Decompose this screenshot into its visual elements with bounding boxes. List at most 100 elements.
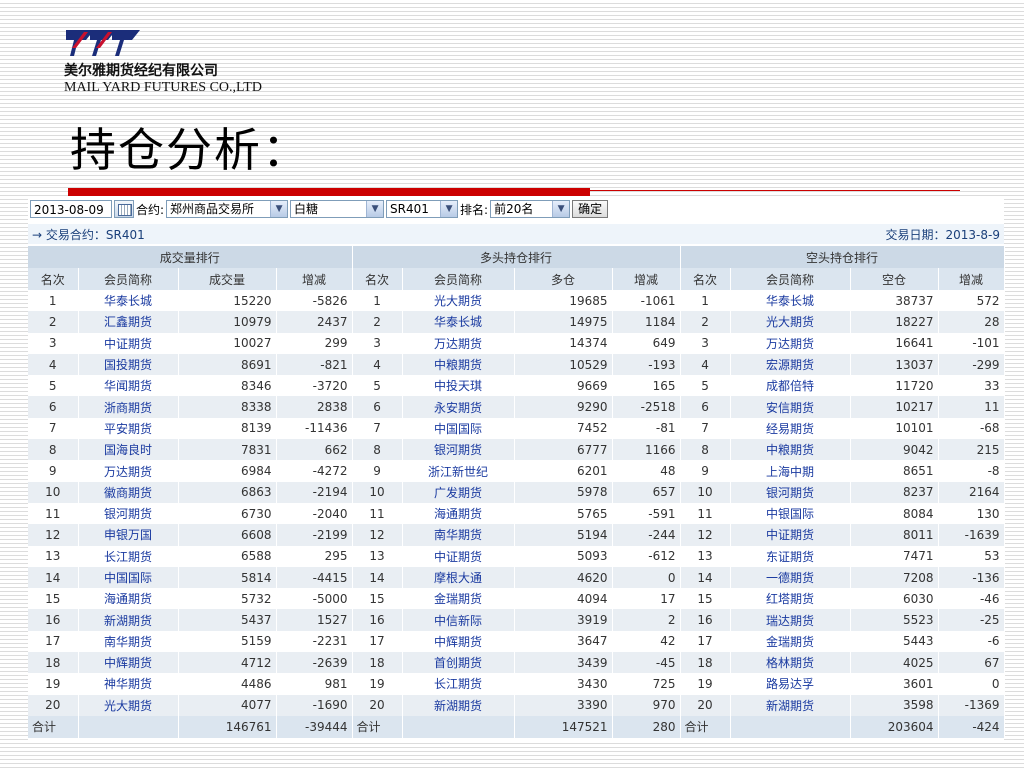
member-name-link[interactable]: 中国国际 xyxy=(78,566,179,589)
member-name-link[interactable]: 南华期货 xyxy=(402,524,515,546)
column-header[interactable]: 增减 xyxy=(276,268,353,290)
column-header[interactable]: 会员简称 xyxy=(402,268,515,290)
change-cell: 1184 xyxy=(612,311,681,333)
member-name-link[interactable]: 万达期货 xyxy=(78,460,179,482)
member-name-link[interactable]: 国海良时 xyxy=(78,439,179,461)
member-name-link[interactable]: 神华期货 xyxy=(78,673,179,695)
rank-select[interactable]: 前20名 ▼ xyxy=(490,200,571,218)
rank-cell: 3 xyxy=(28,332,79,354)
column-header[interactable]: 名次 xyxy=(28,268,79,290)
member-name-link[interactable]: 海通期货 xyxy=(402,502,515,525)
member-name-link[interactable]: 格林期货 xyxy=(730,652,851,674)
member-name-link[interactable]: 浙江新世纪 xyxy=(402,460,515,482)
change-cell: 28 xyxy=(938,311,1005,333)
exchange-select[interactable]: 郑州商品交易所 ▼ xyxy=(166,200,289,218)
member-name-link[interactable]: 成都倍特 xyxy=(730,375,851,397)
member-name-link[interactable]: 摩根大通 xyxy=(402,566,515,589)
volume-cell: 15220 xyxy=(178,290,277,312)
column-header[interactable]: 增减 xyxy=(612,268,681,290)
member-name-link[interactable]: 长江期货 xyxy=(402,673,515,695)
member-name-link[interactable]: 新湖期货 xyxy=(730,694,851,716)
column-header[interactable]: 名次 xyxy=(352,268,403,290)
member-name-link[interactable]: 浙商期货 xyxy=(78,396,179,418)
member-name-link[interactable]: 华闻期货 xyxy=(78,375,179,397)
member-name-link[interactable]: 中信新际 xyxy=(402,609,515,631)
member-name-link[interactable]: 平安期货 xyxy=(78,417,179,440)
member-name-link[interactable]: 徽商期货 xyxy=(78,481,179,503)
member-name-link[interactable]: 红塔期货 xyxy=(730,588,851,610)
member-name-link[interactable]: 华泰长城 xyxy=(78,290,179,312)
member-name-link[interactable]: 银河期货 xyxy=(730,481,851,503)
rank-cell: 8 xyxy=(28,439,79,461)
member-name-link[interactable]: 中辉期货 xyxy=(78,652,179,674)
member-name-link[interactable]: 经易期货 xyxy=(730,417,851,440)
member-name-link[interactable]: 华泰长城 xyxy=(402,311,515,333)
member-name-link[interactable]: 中证期货 xyxy=(78,332,179,354)
column-header[interactable]: 会员简称 xyxy=(78,268,179,290)
member-name-link[interactable]: 华泰长城 xyxy=(730,290,851,312)
column-header[interactable]: 多仓 xyxy=(514,268,613,290)
change-cell: -8 xyxy=(938,460,1005,482)
member-name-link[interactable]: 宏源期货 xyxy=(730,353,851,376)
change-cell: 130 xyxy=(938,502,1005,525)
member-name-link[interactable]: 路易达孚 xyxy=(730,673,851,695)
rank-cell: 11 xyxy=(352,502,403,525)
member-name-link[interactable]: 中粮期货 xyxy=(402,353,515,376)
rank-cell: 4 xyxy=(28,353,79,376)
member-name-link[interactable]: 中粮期货 xyxy=(730,439,851,461)
column-header[interactable]: 会员简称 xyxy=(730,268,851,290)
member-name-link[interactable]: 金瑞期货 xyxy=(730,630,851,653)
member-name-link[interactable]: 光大期货 xyxy=(730,311,851,333)
table-row: 16 新湖期货 5437 1527 16 中信新际 3919 2 16 瑞达期货 5523 -25 xyxy=(28,609,1005,631)
date-input[interactable]: 2013-08-09 xyxy=(30,200,112,218)
rank-cell: 16 xyxy=(352,609,403,631)
member-name-link[interactable]: 中国国际 xyxy=(402,417,515,440)
member-name-link[interactable]: 一德期货 xyxy=(730,566,851,589)
member-name-link[interactable]: 光大期货 xyxy=(78,694,179,716)
member-name-link[interactable]: 东证期货 xyxy=(730,545,851,567)
member-name-link[interactable]: 汇鑫期货 xyxy=(78,311,179,333)
rank-cell: 2 xyxy=(28,311,79,333)
rank-cell: 4 xyxy=(352,353,403,376)
column-header[interactable]: 成交量 xyxy=(178,268,277,290)
member-name-link[interactable]: 万达期货 xyxy=(402,332,515,354)
commodity-select[interactable]: 白糖 ▼ xyxy=(290,200,385,218)
member-name-link[interactable]: 长江期货 xyxy=(78,545,179,567)
position-analysis-panel: 2013-08-09 合约: 郑州商品交易所 ▼ 白糖 ▼ SR401 ▼ 排名: 前… xyxy=(28,196,1005,742)
member-name-link[interactable]: 中证期货 xyxy=(730,524,851,546)
member-name-link[interactable]: 银河期货 xyxy=(78,502,179,525)
rank-cell: 11 xyxy=(680,502,731,525)
change-cell: -591 xyxy=(612,502,681,525)
member-name-link[interactable]: 中辉期货 xyxy=(402,630,515,653)
confirm-button[interactable]: 确定 xyxy=(572,200,609,218)
member-name-link[interactable]: 瑞达期货 xyxy=(730,609,851,631)
column-header[interactable]: 增减 xyxy=(938,268,1005,290)
member-name-link[interactable]: 中银国际 xyxy=(730,502,851,525)
member-name-link[interactable]: 中证期货 xyxy=(402,545,515,567)
member-name-link[interactable]: 国投期货 xyxy=(78,353,179,376)
member-name-link[interactable]: 万达期货 xyxy=(730,332,851,354)
total-cell: 147521 xyxy=(514,715,613,738)
member-name-link[interactable]: 海通期货 xyxy=(78,588,179,610)
column-header[interactable]: 空仓 xyxy=(850,268,939,290)
table-row: 6 浙商期货 8338 2838 6 永安期货 9290 -2518 6 安信期货 10217 11 xyxy=(28,396,1005,418)
member-name-link[interactable]: 光大期货 xyxy=(402,290,515,312)
member-name-link[interactable]: 安信期货 xyxy=(730,396,851,418)
table-row: 18 中辉期货 4712 -2639 18 首创期货 3439 -45 18 格林期货 4025 67 xyxy=(28,652,1005,674)
member-name-link[interactable]: 永安期货 xyxy=(402,396,515,418)
member-name-link[interactable]: 新湖期货 xyxy=(402,694,515,716)
calendar-icon[interactable] xyxy=(114,200,134,218)
member-name-link[interactable]: 银河期货 xyxy=(402,439,515,461)
member-name-link[interactable]: 申银万国 xyxy=(78,524,179,546)
member-name-link[interactable]: 南华期货 xyxy=(78,630,179,653)
member-name-link[interactable]: 首创期货 xyxy=(402,652,515,674)
column-header[interactable]: 名次 xyxy=(680,268,731,290)
contract-select[interactable]: SR401 ▼ xyxy=(386,200,459,218)
member-name-link[interactable]: 新湖期货 xyxy=(78,609,179,631)
member-name-link[interactable]: 金瑞期货 xyxy=(402,588,515,610)
volume-cell: 6201 xyxy=(514,460,613,482)
member-name-link[interactable]: 中投天琪 xyxy=(402,375,515,397)
change-cell: 649 xyxy=(612,332,681,354)
member-name-link[interactable]: 广发期货 xyxy=(402,481,515,503)
member-name-link[interactable]: 上海中期 xyxy=(730,460,851,482)
